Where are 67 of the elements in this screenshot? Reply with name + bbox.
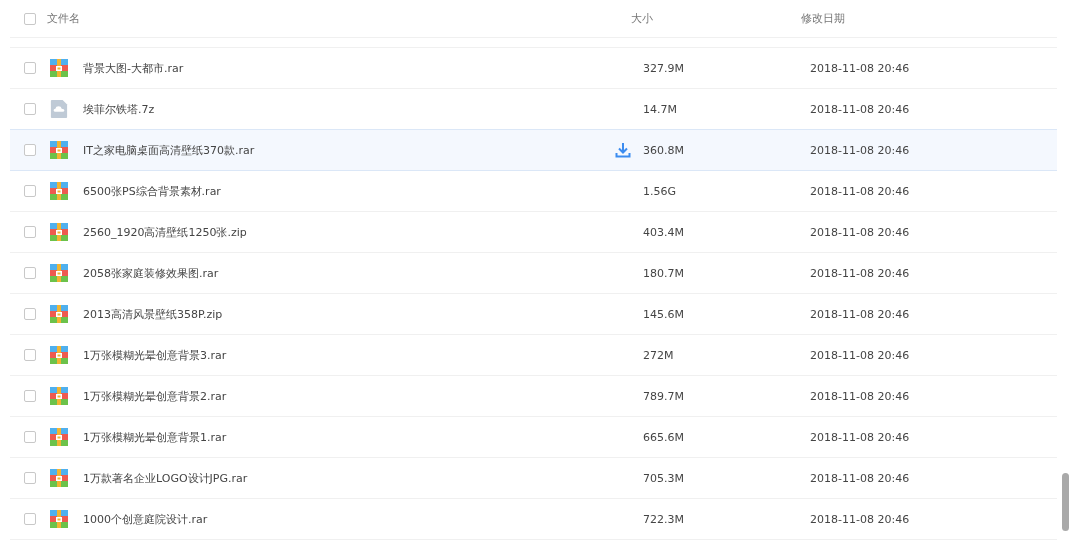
row-checkbox[interactable] [24,349,36,361]
file-name[interactable]: 2013高清风景壁纸358P.zip [83,306,603,322]
row-checkbox[interactable] [24,103,36,115]
archive-file-icon [50,387,68,405]
modified-date: 2018-11-08 20:46 [810,389,910,403]
file-name[interactable]: 2058张家庭装修效果图.rar [83,265,603,281]
archive-file-icon [50,264,68,282]
column-header[interactable]: 修改日期 [801,11,845,26]
row-checkbox[interactable] [24,144,36,156]
modified-date: 2018-11-08 20:46 [810,184,910,198]
file-name[interactable]: 1万张模糊光晕创意背景2.rar [83,388,603,404]
file-size: 1.56G [643,184,678,198]
modified-date: 2018-11-08 20:46 [810,430,910,444]
row-checkbox[interactable] [24,472,36,484]
modified-date: 2018-11-08 20:46 [810,61,910,75]
archive-file-icon [50,428,68,446]
row-checkbox[interactable] [24,185,36,197]
file-size: 272M [643,348,675,362]
file-size: 722.3M [643,512,685,526]
file-size: 180.7M [643,266,685,280]
row-checkbox[interactable] [24,308,36,320]
file-size: 327.9M [643,61,685,75]
row-checkbox[interactable] [24,431,36,443]
archive-file-icon [50,469,68,487]
file-name[interactable]: 1000个创意庭院设计.rar [83,511,603,527]
select-all-checkbox[interactable] [24,12,36,25]
archive-file-icon [50,141,68,159]
file-size: 145.6M [643,307,685,321]
file-name[interactable]: 6500张PS综合背景素材.rar [83,183,603,199]
file-name[interactable]: 背景大图-大都市.rar [83,60,603,76]
file-size: 705.3M [643,471,685,485]
row-checkbox[interactable] [24,390,36,402]
archive-file-icon [50,305,68,323]
file-size: 403.4M [643,225,685,239]
row-checkbox[interactable] [24,267,36,279]
file-row-highlight[interactable]: IT之家电脑桌面高清壁纸370款.rar 360.8M 2018-11-08 20:46 [10,129,1057,171]
modified-date: 2018-11-08 20:46 [810,512,910,526]
file-size: 14.7M [643,102,678,116]
row-checkbox[interactable] [24,513,36,525]
file-size: 360.8M [643,143,685,157]
file-name[interactable]: 2560_1920高清壁纸1250张.zip [83,224,603,240]
modified-date: 2018-11-08 20:46 [810,471,910,485]
column-header[interactable]: 文件名 [47,11,631,26]
archive-file-icon [50,510,68,528]
column-header[interactable]: 大小 [631,11,801,26]
file-name[interactable]: 1万张模糊光晕创意背景3.rar [83,347,603,363]
modified-date: 2018-11-08 20:46 [810,266,910,280]
cloud-file-icon [50,100,68,118]
archive-file-icon [50,223,68,241]
file-name[interactable]: 1万张模糊光晕创意背景1.rar [83,429,603,445]
modified-date: 2018-11-08 20:46 [810,102,910,116]
archive-file-icon [50,59,68,77]
download-icon[interactable] [615,142,631,158]
row-checkbox[interactable] [24,226,36,238]
file-size: 789.7M [643,389,685,403]
file-name[interactable]: 1万款著名企业LOGO设计JPG.rar [83,470,603,486]
row-checkbox[interactable] [24,62,36,74]
modified-date: 2018-11-08 20:46 [810,307,910,321]
archive-file-icon [50,182,68,200]
archive-file-icon [50,346,68,364]
file-name[interactable]: IT之家电脑桌面高清壁纸370款.rar [83,142,603,158]
modified-date: 2018-11-08 20:46 [810,225,910,239]
modified-date: 2018-11-08 20:46 [810,143,910,157]
file-size: 665.6M [643,430,685,444]
file-name[interactable]: 埃菲尔铁塔.7z [83,101,603,117]
scrollbar-thumb[interactable] [1062,473,1069,531]
modified-date: 2018-11-08 20:46 [810,348,910,362]
